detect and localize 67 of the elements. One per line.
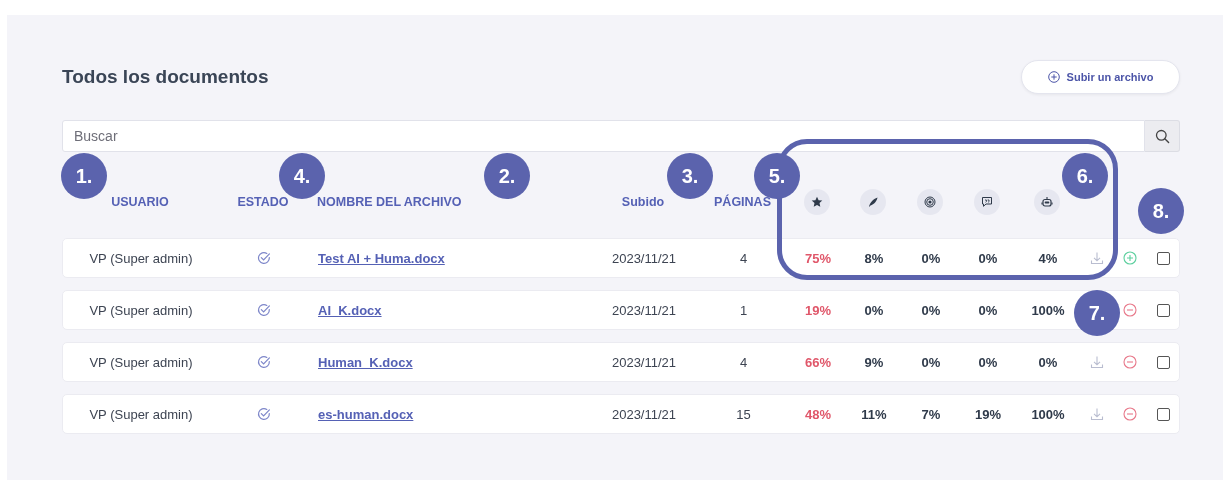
score-cell: 11% — [861, 406, 887, 422]
search-icon — [1154, 128, 1170, 144]
page-title: Todos los documentos — [62, 66, 269, 88]
score-cell: 0% — [978, 354, 998, 370]
user-cell: VP (Super admin) — [89, 250, 193, 266]
pages-cell: 15 — [736, 406, 751, 422]
row-checkbox[interactable] — [1157, 355, 1170, 369]
score-cell: 19% — [805, 302, 831, 318]
date-cell: 2023/11/21 — [611, 302, 677, 318]
score-cell: 66% — [805, 354, 831, 370]
score-cell: 0% — [978, 250, 998, 266]
file-link[interactable]: AI_K.docx — [318, 302, 382, 318]
score-cell: 0% — [921, 302, 941, 318]
column-header[interactable]: USUARIO — [111, 195, 169, 209]
download-icon[interactable] — [1090, 407, 1104, 421]
pen-column-icon — [860, 189, 886, 215]
date-cell: 2023/11/21 — [611, 250, 677, 266]
download-icon[interactable] — [1090, 355, 1104, 369]
file-link[interactable]: Human_K.docx — [318, 354, 413, 370]
score-cell: 0% — [978, 302, 998, 318]
search-button[interactable] — [1145, 120, 1180, 152]
score-cell: 8% — [864, 250, 884, 266]
remove-circle-icon[interactable] — [1123, 407, 1137, 421]
document-row[interactable]: VP (Super admin) Human_K.docx 2023/11/21 4 66% 9% 0% 0% 0% — [62, 342, 1180, 382]
add-circle-icon[interactable] — [1123, 251, 1137, 265]
score-cell: 9% — [864, 354, 884, 370]
row-checkbox[interactable] — [1157, 407, 1170, 421]
score-cell: 75% — [805, 250, 831, 266]
remove-circle-icon[interactable] — [1123, 303, 1137, 317]
file-link[interactable]: es-human.docx — [318, 406, 414, 422]
file-link[interactable]: Test AI + Huma.docx — [318, 250, 445, 266]
search-field[interactable]: Buscar — [62, 120, 1145, 152]
row-checkbox[interactable] — [1157, 251, 1170, 265]
score-cell: 0% — [921, 354, 941, 370]
score-cell: 19% — [975, 406, 1001, 422]
date-cell: 2023/11/21 — [611, 354, 677, 370]
score-cell: 100% — [1031, 406, 1065, 422]
quote-column-icon — [974, 189, 1000, 215]
user-cell: VP (Super admin) — [89, 406, 193, 422]
check-circle-icon — [257, 355, 271, 369]
score-cell: 0% — [864, 302, 884, 318]
check-circle-icon — [257, 303, 271, 317]
user-cell: VP (Super admin) — [89, 354, 193, 370]
column-header[interactable]: Subido — [621, 195, 665, 209]
score-cell: 100% — [1031, 302, 1065, 318]
pages-cell: 4 — [739, 250, 748, 266]
score-cell: 4% — [1038, 250, 1058, 266]
upload-button[interactable]: Subir un archivo — [1021, 60, 1180, 94]
user-cell: VP (Super admin) — [89, 302, 193, 318]
target-column-icon — [917, 189, 943, 215]
robot-column-icon — [1034, 189, 1060, 215]
score-cell: 0% — [921, 250, 941, 266]
plus-circle-icon — [1047, 71, 1060, 83]
pages-cell: 1 — [739, 302, 748, 318]
check-circle-icon — [257, 251, 271, 265]
download-icon[interactable] — [1090, 251, 1104, 265]
row-checkbox[interactable] — [1157, 303, 1170, 317]
document-row[interactable]: VP (Super admin) es-human.docx 2023/11/21 15 48% 11% 7% 19% 100% — [62, 394, 1180, 434]
check-circle-icon — [257, 407, 271, 421]
score-cell: 7% — [921, 406, 941, 422]
pages-cell: 4 — [739, 354, 748, 370]
document-row[interactable]: VP (Super admin) Test AI + Huma.docx 2023/11/21 4 75% 8% 0% 0% 4% — [62, 238, 1180, 278]
score-cell: 48% — [805, 406, 831, 422]
remove-circle-icon[interactable] — [1123, 355, 1137, 369]
star-column-icon — [804, 189, 830, 215]
score-cell: 0% — [1038, 354, 1058, 370]
date-cell: 2023/11/21 — [611, 406, 677, 422]
